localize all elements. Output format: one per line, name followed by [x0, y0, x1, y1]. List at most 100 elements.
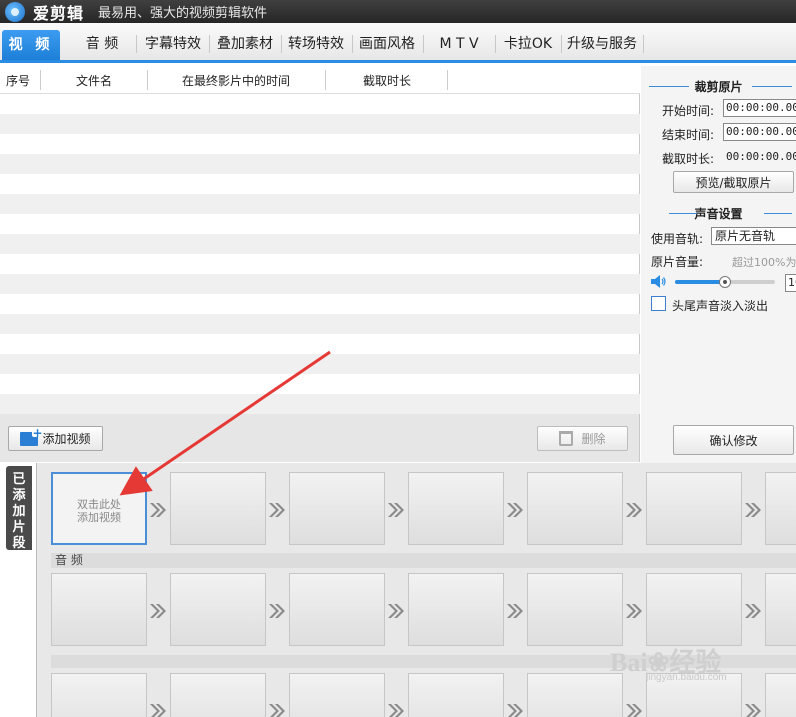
column-divider[interactable] [147, 70, 148, 90]
tab-separator [209, 35, 210, 53]
chevron-right-icon [388, 704, 404, 717]
empty-clip-slot[interactable] [170, 673, 266, 717]
audio-section-header: 声音设置 [641, 205, 796, 221]
chevron-right-icon [388, 503, 404, 517]
add-video-hint-line: 添加视频 [77, 511, 121, 524]
empty-clip-slot[interactable] [408, 472, 504, 545]
add-video-button[interactable]: 添加视频 [8, 426, 103, 451]
volume-slider-fill [675, 280, 725, 284]
trim-section-title: 裁剪原片 [694, 80, 743, 94]
column-time-in-movie[interactable]: 在最终影片中的时间 [182, 72, 290, 89]
volume-hint: 超过100%为扩 [732, 256, 796, 269]
volume-slider-knob[interactable] [719, 276, 731, 288]
tab-karaoke[interactable]: 卡拉OK [498, 31, 558, 57]
tab-subtitle-effects[interactable]: 字幕特效 [140, 31, 206, 57]
tab-separator [423, 35, 424, 53]
start-time-input[interactable]: 00:00:00.000 [723, 99, 796, 117]
tab-mtv[interactable]: M T V [426, 31, 492, 57]
empty-clip-slot[interactable] [527, 673, 623, 717]
empty-clip-slot[interactable] [170, 472, 266, 545]
tab-upgrade-service[interactable]: 升级与服务 [564, 31, 640, 57]
tab-separator [643, 35, 644, 53]
clip-settings-panel: 裁剪原片 开始时间: 00:00:00.000 结束时间: 00:00:00.0… [641, 66, 796, 463]
column-filename[interactable]: 文件名 [76, 72, 112, 89]
list-header: 序号 文件名 在最终影片中的时间 截取时长 [0, 66, 640, 94]
audio-track-strip: 音 频 [51, 553, 796, 568]
empty-clip-slot[interactable] [51, 673, 147, 717]
chevron-right-icon [626, 704, 642, 717]
start-time-label: 开始时间: [662, 104, 715, 118]
chevron-right-icon [150, 503, 166, 517]
tab-overlay-material[interactable]: 叠加素材 [212, 31, 278, 57]
tab-picture-style[interactable]: 画面风格 [354, 31, 420, 57]
empty-list-row [0, 374, 640, 394]
confirm-changes-button[interactable]: 确认修改 [673, 425, 794, 455]
empty-list-row [0, 294, 640, 314]
chevron-right-icon [745, 704, 761, 717]
list-rows[interactable] [0, 94, 640, 414]
column-clip-duration[interactable]: 截取时长 [363, 72, 411, 89]
empty-clip-slot[interactable] [289, 472, 385, 545]
side-tab-char: 片 [12, 520, 26, 535]
tab-separator [352, 35, 353, 53]
audio-track-select[interactable]: 原片无音轨 [711, 227, 796, 245]
empty-clip-slot[interactable] [527, 472, 623, 545]
column-index[interactable]: 序号 [6, 72, 30, 89]
chevron-right-icon [626, 604, 642, 618]
preview-trim-button[interactable]: 预览/截取原片 [673, 171, 794, 193]
empty-clip-slot[interactable] [51, 573, 147, 646]
column-divider[interactable] [40, 70, 41, 90]
delete-button[interactable]: 删除 [537, 426, 628, 451]
tab-separator [136, 35, 137, 53]
side-tab-char: 段 [12, 536, 26, 551]
speaker-icon[interactable] [651, 275, 667, 288]
column-divider[interactable] [325, 70, 326, 90]
chevron-right-icon [507, 704, 523, 717]
section-divider [669, 213, 697, 214]
end-time-input[interactable]: 00:00:00.000 [723, 123, 796, 141]
empty-clip-slot[interactable] [289, 573, 385, 646]
empty-clip-slot[interactable] [170, 573, 266, 646]
section-divider [764, 213, 792, 214]
tab-audio[interactable]: 音 频 [72, 31, 132, 57]
duration-label: 截取时长: [662, 152, 715, 166]
added-clips-side-tab[interactable]: 已 添 加 片 段 [6, 466, 32, 551]
audio-section-title: 声音设置 [694, 207, 743, 221]
list-footer: 添加视频 删除 [0, 414, 640, 462]
empty-clip-slot[interactable] [408, 573, 504, 646]
empty-clip-slot[interactable] [408, 673, 504, 717]
empty-list-row [0, 154, 640, 174]
fade-in-out-checkbox[interactable] [651, 296, 666, 311]
empty-list-row [0, 234, 640, 254]
side-tab-char: 加 [12, 504, 26, 519]
chevron-right-icon [745, 604, 761, 618]
empty-clip-slot[interactable] [765, 472, 796, 545]
empty-list-row [0, 314, 640, 334]
section-divider [752, 86, 792, 87]
empty-clip-slot[interactable] [289, 673, 385, 717]
trim-section-header: 裁剪原片 [641, 78, 796, 94]
volume-input[interactable]: 10 [785, 274, 796, 292]
tab-transition-effects[interactable]: 转场特效 [283, 31, 349, 57]
chevron-right-icon [150, 604, 166, 618]
app-name: 爱剪辑 [33, 3, 85, 23]
add-video-hint-line: 双击此处 [77, 498, 121, 511]
empty-list-row [0, 134, 640, 154]
end-time-label: 结束时间: [662, 128, 715, 142]
main-tab-bar: 视 频 音 频 字幕特效 叠加素材 转场特效 画面风格 M T V 卡拉OK 升… [0, 23, 796, 63]
empty-list-row [0, 274, 640, 294]
volume-label: 原片音量: [651, 255, 704, 269]
add-video-icon [20, 427, 42, 446]
add-video-clip-slot[interactable]: 双击此处 添加视频 [51, 472, 147, 545]
column-divider[interactable] [447, 70, 448, 90]
video-file-list: 序号 文件名 在最终影片中的时间 截取时长 [0, 66, 640, 414]
delete-label: 删除 [581, 432, 606, 446]
empty-clip-slot[interactable] [646, 472, 742, 545]
empty-clip-slot[interactable] [527, 573, 623, 646]
chevron-right-icon [269, 503, 285, 517]
empty-list-row [0, 394, 640, 414]
chevron-right-icon [745, 503, 761, 517]
empty-list-row [0, 254, 640, 274]
volume-slider[interactable] [675, 276, 775, 288]
tab-video[interactable]: 视 频 [2, 30, 60, 60]
